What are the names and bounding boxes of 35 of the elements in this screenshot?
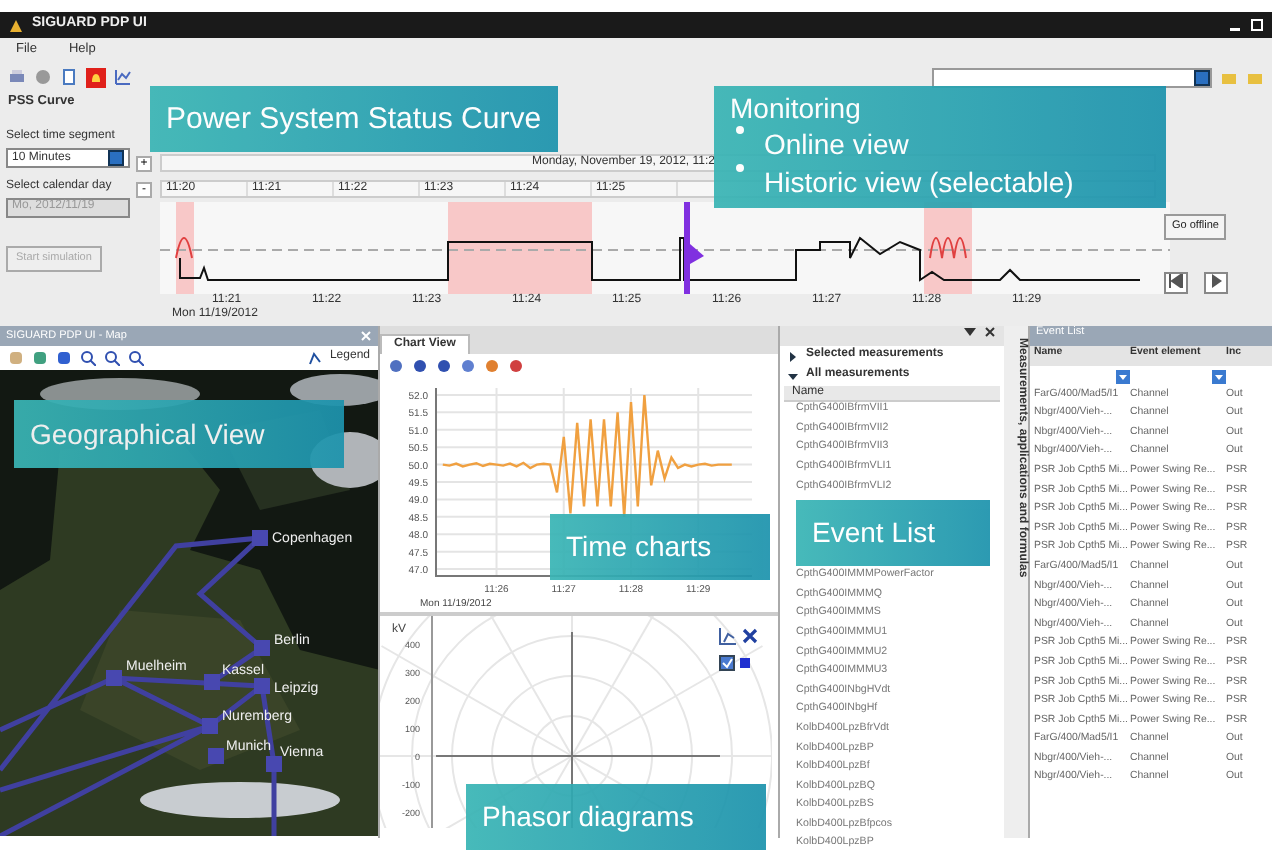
time-marker[interactable] bbox=[684, 202, 704, 294]
callout: Event List bbox=[796, 500, 990, 567]
bullet-icon bbox=[736, 163, 744, 172]
close-icon[interactable] bbox=[984, 326, 996, 338]
series-swatch bbox=[740, 658, 750, 669]
filter-dropdown-icon[interactable] bbox=[1116, 369, 1130, 384]
callout: Power System Status Curve bbox=[150, 86, 558, 152]
zoom-in-icon[interactable] bbox=[104, 350, 120, 366]
play-icon bbox=[1208, 273, 1224, 288]
skip-back-icon bbox=[1168, 273, 1184, 288]
maximize-icon[interactable] bbox=[1250, 18, 1264, 32]
close-icon[interactable] bbox=[742, 628, 758, 644]
bullet-text: Online view bbox=[764, 125, 909, 164]
alarm-line bbox=[175, 237, 193, 259]
alarm-band bbox=[176, 202, 194, 294]
callout: Phasor diagrams bbox=[466, 784, 766, 850]
bullet-text: Historic view (selectable) bbox=[764, 163, 1074, 202]
callout: Geographical View bbox=[14, 400, 344, 468]
alarm-bell-icon[interactable] bbox=[86, 67, 106, 87]
bullet-icon bbox=[736, 125, 744, 134]
play-button[interactable] bbox=[1204, 271, 1228, 294]
expanded-icon[interactable] bbox=[788, 371, 798, 381]
collapsed-icon[interactable] bbox=[788, 351, 798, 361]
app-logo-icon bbox=[8, 17, 24, 33]
alarm-line bbox=[929, 237, 967, 259]
zoom-out-icon[interactable] bbox=[128, 350, 144, 366]
callout: Time charts bbox=[550, 514, 770, 580]
filter-dropdown-icon[interactable] bbox=[1212, 369, 1226, 384]
skip-back-button[interactable] bbox=[1164, 271, 1188, 294]
alarm-band bbox=[448, 202, 592, 294]
document-icon[interactable] bbox=[60, 68, 78, 86]
selection-field[interactable] bbox=[932, 67, 1212, 87]
legend-checkbox[interactable] bbox=[719, 655, 735, 672]
printer-icon[interactable] bbox=[8, 68, 26, 86]
callout-title: Monitoring bbox=[730, 92, 863, 126]
